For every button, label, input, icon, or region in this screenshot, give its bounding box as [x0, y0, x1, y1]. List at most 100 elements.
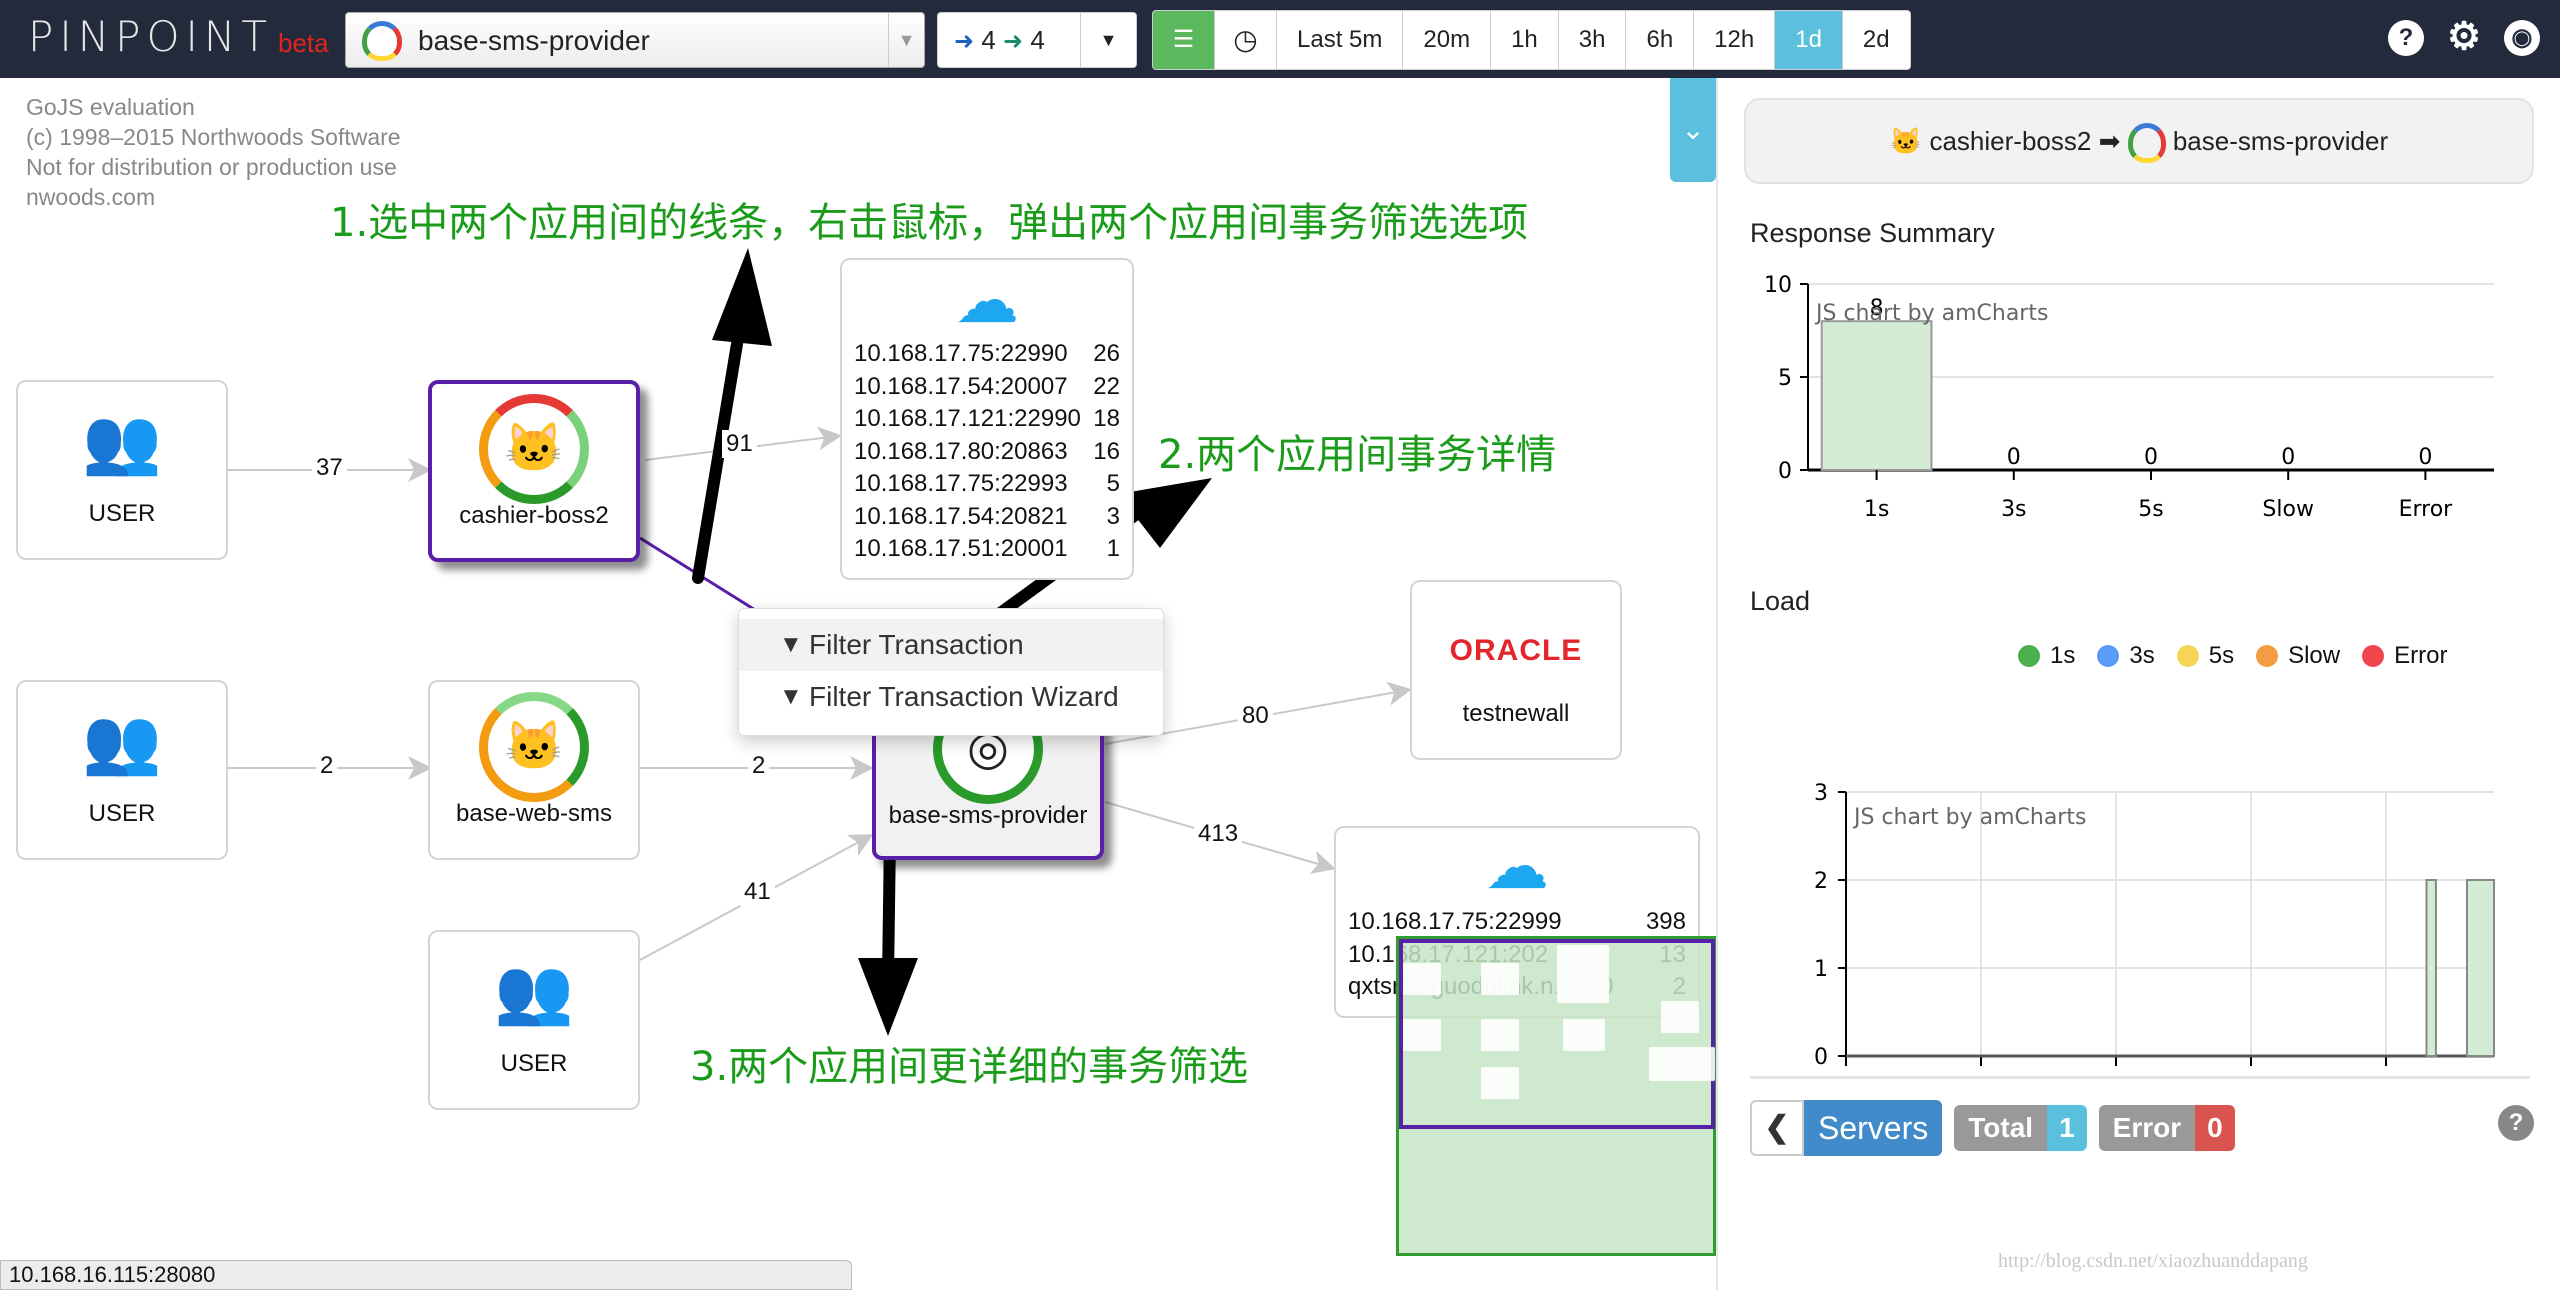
node-user-3[interactable]: 👥 USER — [428, 930, 640, 1110]
inbound-count: 4 — [981, 25, 996, 55]
x-tick-label: 5s — [2138, 497, 2163, 522]
menu-filter-transaction-wizard[interactable]: ▼ Filter Transaction Wizard — [739, 671, 1163, 723]
total-badge: Total 1 — [1954, 1105, 2087, 1151]
edge-label[interactable]: 413 — [1194, 820, 1243, 848]
y-tick-label: 10 — [1764, 274, 1792, 298]
cloud-question-icon: ☁ — [1485, 830, 1549, 902]
x-tick-label: Error — [2399, 497, 2454, 522]
legend-label: Error — [2394, 642, 2448, 669]
host-row: 10.168.17.75:22993 5 — [854, 468, 1120, 501]
annotation-arrow-1 — [692, 248, 772, 584]
edge-label[interactable]: 80 — [1238, 702, 1273, 730]
outbound-count: 4 — [1030, 25, 1045, 55]
range-last-5m[interactable]: Last 5m — [1277, 11, 1404, 69]
server-map[interactable]: GoJS evaluation (c) 1998–2015 Northwoods… — [0, 78, 1716, 1290]
host-row: 10.168.17.51:20001 1 — [854, 533, 1120, 566]
edge-label[interactable]: 37 — [312, 454, 347, 482]
legend-dot-icon — [2097, 645, 2120, 667]
chevron-down-icon[interactable]: ▼ — [888, 13, 924, 67]
menu-label: Filter Transaction Wizard — [809, 681, 1119, 712]
range-12h[interactable]: 12h — [1694, 11, 1776, 69]
node-base-web-sms[interactable]: 🐱 base-web-sms — [428, 680, 640, 860]
arrow-right-icon: ➡ — [2098, 126, 2121, 156]
y-tick-label: 0 — [1814, 1045, 1828, 1070]
node-cashier-boss2[interactable]: 🐱 cashier-boss2 — [428, 380, 640, 562]
pinpoint-logo[interactable]: PINPOINT — [28, 12, 273, 61]
legend-item[interactable]: 1s — [2018, 642, 2075, 670]
help-icon[interactable]: ? — [2498, 1105, 2534, 1141]
mini-node — [1481, 1019, 1519, 1051]
gear-icon[interactable]: ⚙ — [2446, 18, 2482, 56]
mini-node — [1403, 1019, 1441, 1051]
link-source: cashier-boss2 — [1929, 126, 2092, 156]
legend-item[interactable]: Slow — [2256, 642, 2340, 670]
menu-filter-transaction[interactable]: ▼ Filter Transaction — [739, 619, 1163, 671]
range-1d[interactable]: 1d — [1775, 11, 1843, 69]
range-20m[interactable]: 20m — [1403, 11, 1492, 69]
host-count: 18 — [1093, 405, 1120, 432]
host-address: 10.168.17.51:20001 — [854, 535, 1068, 562]
total-label: Total — [1954, 1105, 2048, 1151]
node-oracle-testnewall[interactable]: ORACLE testnewall — [1410, 580, 1622, 760]
y-tick-label: 1 — [1814, 957, 1828, 982]
host-count: 3 — [1106, 502, 1120, 530]
data-label: 0 — [2007, 445, 2021, 470]
node-label: cashier-boss2 — [459, 502, 609, 529]
legend-item[interactable]: Error — [2362, 642, 2447, 670]
edge-label[interactable]: 2 — [748, 752, 770, 780]
x-tick-label: 3s — [2001, 497, 2026, 522]
users-icon: 👥 — [494, 955, 574, 1027]
host-count: 22 — [1093, 372, 1120, 400]
data-label: 0 — [2418, 445, 2432, 470]
error-badge: Error 0 — [2098, 1105, 2235, 1151]
x-tick-label: Slow — [2262, 497, 2314, 522]
chevron-left-icon: ❮ — [1764, 1111, 1790, 1144]
x-tick-label: 1s — [1864, 497, 1889, 522]
link-header: 🐱 cashier-boss2 ➡ base-sms-provider — [1744, 98, 2534, 184]
oracle-logo: ORACLE — [1449, 634, 1583, 667]
annotation-step-1: 1.选中两个应用间的线条，右击鼠标，弹出两个应用间事务筛选选项 — [330, 200, 1529, 246]
response-summary-title: Response Summary — [1750, 218, 1995, 248]
help-icon[interactable]: ? — [2388, 20, 2424, 56]
host-address: 10.168.17.75:22993 — [854, 470, 1068, 497]
load-legend: 1s 3s 5s Slow Error — [2018, 642, 2447, 670]
legend-item[interactable]: 3s — [2097, 642, 2155, 670]
edge-label[interactable]: 41 — [740, 878, 775, 906]
filter-icon: ▼ — [779, 631, 803, 658]
application-select[interactable]: base-sms-provider ▼ — [345, 12, 925, 68]
depth-dropdown-caret-icon[interactable]: ▼ — [1080, 13, 1136, 67]
node-label: USER — [88, 500, 156, 527]
github-icon[interactable]: ◉ — [2504, 20, 2540, 56]
mini-node — [1481, 1067, 1519, 1099]
range-1h[interactable]: 1h — [1491, 11, 1559, 69]
node-user-2[interactable]: 👥 USER — [16, 680, 228, 860]
info-panel: 🐱 cashier-boss2 ➡ base-sms-provider Resp… — [1716, 78, 2560, 1290]
annotation-step-2: 2.两个应用间事务详情 — [1158, 432, 1557, 478]
range-2d[interactable]: 2d — [1842, 11, 1910, 69]
edge-label[interactable]: 2 — [316, 752, 338, 780]
clock-icon[interactable]: ◷ — [1215, 11, 1277, 69]
menu-label: Filter Transaction — [809, 629, 1024, 660]
node-user-1[interactable]: 👥 USER — [16, 380, 228, 560]
chevron-down-icon: ⌄ — [1681, 114, 1705, 145]
servers-button[interactable]: Servers — [1804, 1100, 1943, 1156]
back-button[interactable]: ❮ — [1750, 1100, 1804, 1156]
cloud-host-list: 10.168.17.75:22990 26 10.168.17.54:20007 22… — [854, 338, 1120, 566]
y-tick-label: 0 — [1778, 459, 1792, 484]
collapse-panel-button[interactable]: ⌄ — [1670, 78, 1716, 182]
range-3h[interactable]: 3h — [1558, 11, 1627, 69]
inbound-outbound-depth[interactable]: ➜ 4 ➜ 4 ▼ — [937, 12, 1137, 68]
legend-dot-icon — [2018, 645, 2040, 667]
legend-dot-icon — [2256, 645, 2279, 667]
map-overview[interactable] — [1396, 936, 1716, 1256]
host-address: 10.168.17.75:22999 — [1348, 908, 1562, 935]
node-label: testnewall — [1462, 700, 1570, 727]
list-icon[interactable]: ☰ — [1153, 11, 1215, 69]
edge-label[interactable]: 91 — [722, 430, 757, 458]
node-unknown-cloud-1[interactable]: ☁ 10.168.17.75:22990 26 10.168.17.54:20007… — [840, 258, 1134, 580]
legend-item[interactable]: 5s — [2176, 642, 2234, 670]
host-address: 10.168.17.54:20821 — [854, 502, 1068, 530]
range-6h[interactable]: 6h — [1626, 11, 1695, 69]
host-row: 10.168.17.80:20863 16 — [854, 436, 1120, 469]
host-address: 10.168.17.80:20863 — [854, 437, 1068, 465]
